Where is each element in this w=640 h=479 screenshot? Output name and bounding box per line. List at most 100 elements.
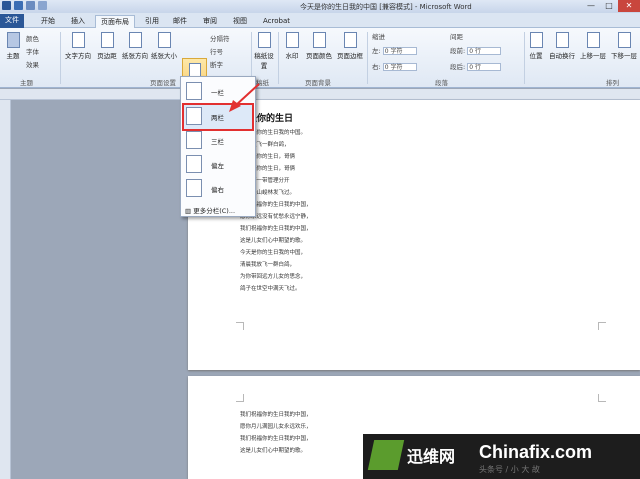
indent-heading: 缩进: [372, 33, 385, 41]
document-line[interactable]: 清晨我放飞一群白鸽，: [240, 260, 295, 268]
watermark-cn-text: 迅维网: [407, 447, 456, 466]
breaks-button[interactable]: 分隔符: [210, 33, 230, 43]
margins-icon: [100, 32, 114, 48]
left-column-icon: [186, 155, 202, 173]
bring-forward-button[interactable]: 上移一层: [578, 32, 608, 60]
document-line[interactable]: 鸽子在世空中满天飞过。: [240, 284, 301, 292]
orientation-button[interactable]: 纸张方向: [121, 32, 149, 60]
page-borders-icon: [343, 32, 357, 48]
save-icon[interactable]: [14, 1, 23, 10]
word-icon[interactable]: [2, 1, 11, 10]
close-button[interactable]: ✕: [618, 0, 640, 12]
title-bar: 今天是你的生日我的中国 [兼容模式] - Microsoft Word — □ …: [0, 0, 640, 13]
vertical-ruler[interactable]: [0, 100, 11, 479]
crop-mark: [598, 394, 606, 402]
tab-references[interactable]: 引用: [140, 15, 164, 28]
tab-view[interactable]: 视图: [228, 15, 252, 28]
separator: [278, 32, 279, 84]
watermark-button[interactable]: 水印: [282, 32, 302, 60]
text-direction-button[interactable]: 文字方向: [64, 32, 92, 60]
columns-option-right[interactable]: 偏右: [184, 177, 252, 201]
ribbon: 主题 颜色 字体 效果 主题 文字方向 页边距 纸张方向 纸张大小 分栏 分隔符…: [0, 28, 640, 98]
document-line[interactable]: 愿你月儿满园儿女永远欢乐，: [240, 422, 312, 430]
theme-icon: [6, 32, 20, 48]
spacing-after-label: 段后:: [450, 63, 466, 71]
position-icon: [529, 32, 543, 48]
crop-mark: [598, 322, 606, 330]
document-line[interactable]: 我们祝福你的生日我的中国，: [240, 410, 312, 418]
horizontal-ruler[interactable]: [0, 89, 640, 100]
crop-mark: [236, 394, 244, 402]
columns-option-three[interactable]: 三栏: [184, 129, 252, 153]
indent-right-input[interactable]: 0 字符: [382, 63, 417, 71]
separator: [367, 32, 368, 84]
columns-icon: [188, 63, 201, 77]
hyphenation-button[interactable]: 断字: [210, 59, 223, 69]
red-arrow-annotation: [229, 83, 260, 112]
document-line[interactable]: 为你带回远方儿女的思念，: [240, 272, 306, 280]
tab-review[interactable]: 审阅: [198, 15, 222, 28]
document-line[interactable]: 这是儿女们心中期望的歌。: [240, 236, 306, 244]
watermark-en-text: Chinafix.com: [479, 442, 593, 462]
spacing-after-input[interactable]: 0 行: [467, 63, 502, 71]
theme-effects-button[interactable]: 效果: [26, 59, 39, 69]
send-backward-button[interactable]: 下移一层: [609, 32, 639, 60]
orientation-icon: [128, 32, 142, 48]
right-column-icon: [186, 179, 202, 197]
one-column-icon: [186, 82, 202, 100]
tab-file[interactable]: 文件: [0, 14, 24, 28]
tab-acrobat[interactable]: Acrobat: [258, 15, 295, 28]
window-title: 今天是你的生日我的中国 [兼容模式] - Microsoft Word: [300, 3, 472, 11]
tab-insert[interactable]: 插入: [66, 15, 90, 28]
margins-button[interactable]: 页边距: [94, 32, 120, 60]
line-numbers-button[interactable]: 行号: [210, 46, 223, 56]
watermark-banner: 迅维网 Chinafix.com 头条号 / 小 大 故: [363, 434, 640, 479]
theme-fonts-button[interactable]: 字体: [26, 46, 39, 56]
three-columns-icon: [186, 131, 202, 149]
page-color-icon: [312, 32, 326, 48]
separator: [524, 32, 525, 84]
crop-mark: [236, 322, 244, 330]
spacing-before-input[interactable]: 0 行: [467, 47, 502, 55]
document-line[interactable]: 我们祝福你的生日我的中国，: [240, 434, 312, 442]
indent-left-label: 左:: [372, 47, 381, 55]
wrap-text-button[interactable]: 自动换行: [548, 32, 576, 60]
document-line[interactable]: 我们祝福你的生日我的中国，: [240, 224, 312, 232]
size-button[interactable]: 纸张大小: [150, 32, 178, 60]
draft-settings-button[interactable]: 稿纸设置: [254, 32, 274, 70]
document-line[interactable]: 今天是你的生日我的中国，: [240, 248, 306, 256]
page-background-group-label: 页面背景: [305, 79, 331, 87]
page-color-button[interactable]: 页面颜色: [304, 32, 334, 60]
more-columns-option[interactable]: ▥ 更多分栏(C)...: [185, 205, 235, 215]
spacing-before-label: 段前:: [450, 47, 466, 55]
separator: [60, 32, 61, 84]
document-line[interactable]: 这是儿女们心中期望的歌。: [240, 446, 306, 454]
watermark-icon: [285, 32, 299, 48]
position-button[interactable]: 位置: [526, 32, 546, 60]
undo-icon[interactable]: [26, 1, 35, 10]
paragraph-group-label: 段落: [435, 79, 448, 87]
quick-access-toolbar: [2, 1, 47, 10]
text-direction-icon: [71, 32, 85, 48]
ribbon-tabs: 文件 开始 插入 页面布局 引用 邮件 审阅 视图 Acrobat: [0, 13, 640, 28]
two-columns-icon: [186, 107, 202, 125]
tab-mailings[interactable]: 邮件: [168, 15, 192, 28]
minimize-button[interactable]: —: [582, 0, 600, 12]
tab-page-layout[interactable]: 页面布局: [95, 15, 135, 28]
theme-colors-button[interactable]: 颜色: [26, 33, 39, 43]
redo-icon[interactable]: [38, 1, 47, 10]
page-borders-button[interactable]: 页面边框: [335, 32, 365, 60]
more-columns-icon: ▥: [185, 207, 194, 215]
columns-option-left[interactable]: 偏左: [184, 153, 252, 177]
watermark-faint-text: 头条号 / 小 大 故: [479, 465, 540, 474]
forward-icon: [586, 32, 600, 48]
arrange-group-label: 排列: [606, 79, 619, 87]
backward-icon: [617, 32, 631, 48]
indent-right-label: 右:: [372, 63, 381, 71]
indent-left-input[interactable]: 0 字符: [382, 47, 417, 55]
maximize-button[interactable]: □: [600, 0, 618, 12]
wrap-icon: [555, 32, 569, 48]
themes-button[interactable]: 主题: [4, 32, 22, 60]
tab-home[interactable]: 开始: [36, 15, 60, 28]
xunwei-logo: [367, 440, 405, 470]
